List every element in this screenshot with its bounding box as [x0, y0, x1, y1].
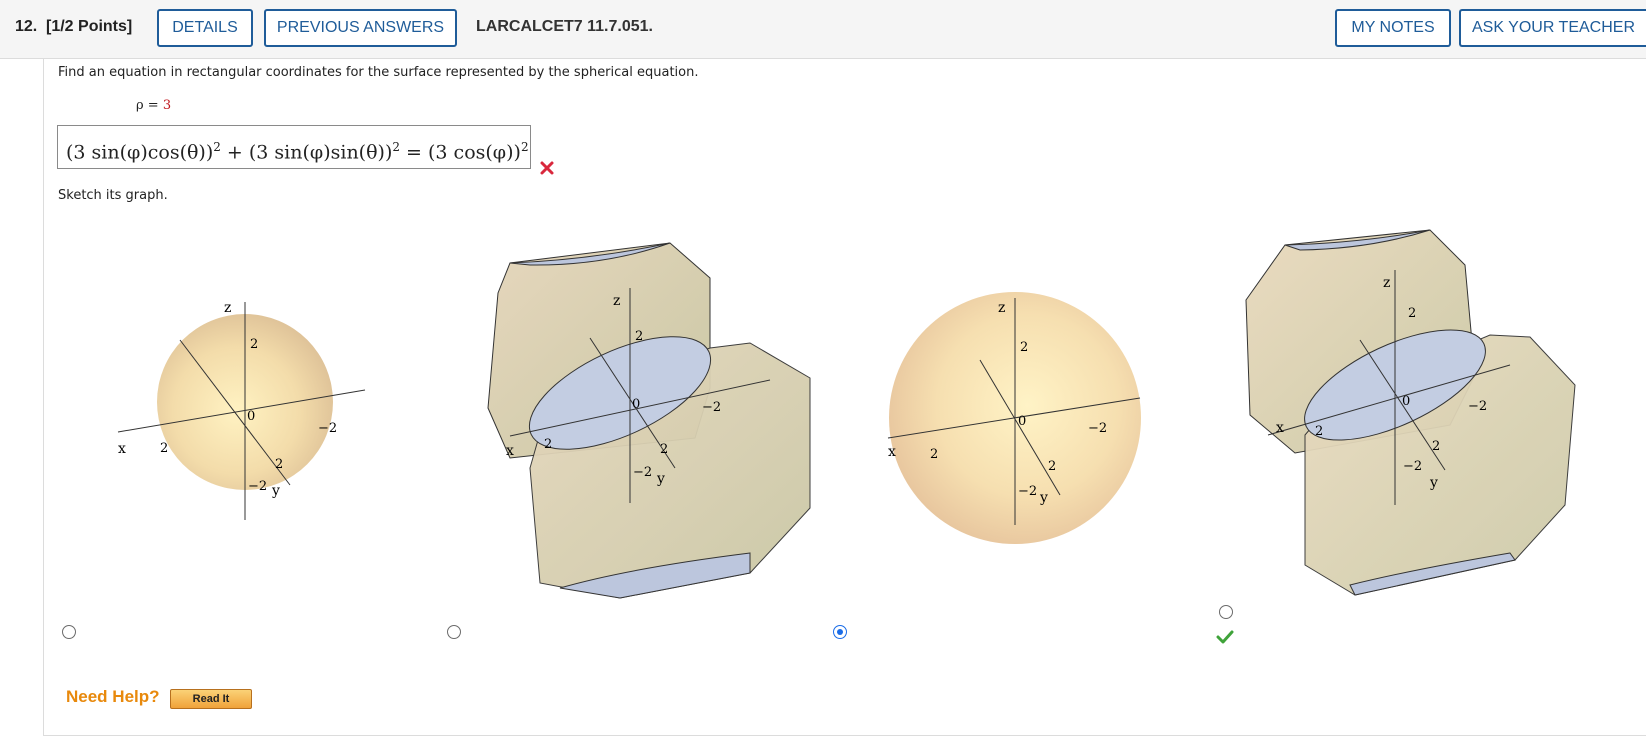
origin-label: 0: [1402, 394, 1410, 409]
radio-option-sphere-large[interactable]: [833, 625, 847, 639]
tick-label: 2: [1432, 439, 1440, 454]
tick-label: −2: [702, 400, 721, 415]
tick-label: −2: [1403, 459, 1422, 474]
origin-label: 0: [632, 397, 640, 412]
y-label: y: [1429, 475, 1438, 491]
graph-option-two-cylinders: z x y 2 0 2 −2 2 −2: [487, 242, 811, 599]
x-label: x: [888, 444, 896, 460]
graph-option-two-cylinders-alt: z x y 2 0 2 −2 2 −2: [1245, 229, 1576, 596]
graph-option-sphere-small: z x y 2 0 2 −2 2 −2: [117, 300, 366, 520]
tick-label: 2: [160, 441, 168, 456]
tick-label: −2: [1018, 484, 1037, 499]
sketch-prompt: Sketch its graph.: [58, 188, 168, 203]
z-label: z: [1383, 275, 1390, 291]
answer-input[interactable]: (3 sin(φ)cos(θ))2 + (3 sin(φ)sin(θ))2 = …: [57, 125, 531, 169]
origin-label: 0: [1018, 414, 1026, 429]
tick-label: 2: [635, 329, 643, 344]
need-help-label: Need Help?: [66, 687, 160, 706]
y-label: y: [1039, 490, 1048, 506]
tick-label: −2: [318, 421, 337, 436]
tick-label: 2: [1315, 424, 1323, 439]
my-notes-button[interactable]: MY NOTES: [1335, 9, 1451, 47]
ask-teacher-button[interactable]: ASK YOUR TEACHER: [1459, 9, 1646, 47]
x-label: x: [506, 443, 514, 459]
x-label: x: [118, 441, 126, 457]
tick-label: −2: [1468, 399, 1487, 414]
answer-part: + (3 sin(φ)sin(θ)): [220, 141, 393, 164]
question-prompt: Find an equation in rectangular coordina…: [58, 65, 699, 80]
tick-label: 2: [544, 437, 552, 452]
tick-label: 2: [250, 337, 258, 352]
origin-label: 0: [247, 409, 255, 424]
answer-exponent: 2: [520, 140, 529, 154]
tick-label: 2: [930, 447, 938, 462]
question-number: 12.: [15, 18, 38, 35]
tick-label: −2: [1088, 421, 1107, 436]
correct-check-icon: [1216, 630, 1234, 644]
radio-option-two-cylinders[interactable]: [447, 625, 461, 639]
question-source: LARCALCET7 11.7.051.: [476, 18, 653, 35]
points-label: [1/2 Points]: [46, 18, 133, 35]
answer-exponent: 2: [392, 140, 401, 154]
x-label: x: [1276, 420, 1284, 436]
y-label: y: [656, 471, 665, 487]
y-label: y: [271, 483, 280, 499]
given-equation: ρ = 3: [136, 98, 171, 113]
tick-label: 2: [1020, 340, 1028, 355]
tick-label: 2: [275, 457, 283, 472]
tick-label: 2: [1048, 459, 1056, 474]
read-it-button[interactable]: Read It: [170, 689, 252, 709]
question-header: 12. [1/2 Points] DETAILS PREVIOUS ANSWER…: [0, 0, 1646, 59]
tick-label: 2: [1408, 306, 1416, 321]
previous-answers-button[interactable]: PREVIOUS ANSWERS: [264, 9, 457, 47]
answer-part: (3 sin(φ)cos(θ)): [66, 141, 214, 164]
graph-option-sphere-large: z x y 2 0 2 −2 2 −2: [887, 292, 1141, 544]
answer-part: = (3 cos(φ)): [400, 141, 521, 164]
given-value: 3: [162, 98, 172, 113]
z-label: z: [613, 293, 620, 309]
tick-label: −2: [248, 479, 267, 494]
radio-option-sphere-small[interactable]: [62, 625, 76, 639]
incorrect-icon: [540, 161, 554, 175]
radio-option-two-cylinders-alt[interactable]: [1219, 605, 1233, 619]
z-label: z: [224, 300, 231, 316]
tick-label: −2: [633, 465, 652, 480]
tick-label: 2: [660, 442, 668, 457]
answer-exponent: 2: [213, 140, 221, 154]
given-lhs: ρ =: [136, 98, 163, 113]
z-label: z: [998, 300, 1005, 316]
details-button[interactable]: DETAILS: [157, 9, 253, 47]
